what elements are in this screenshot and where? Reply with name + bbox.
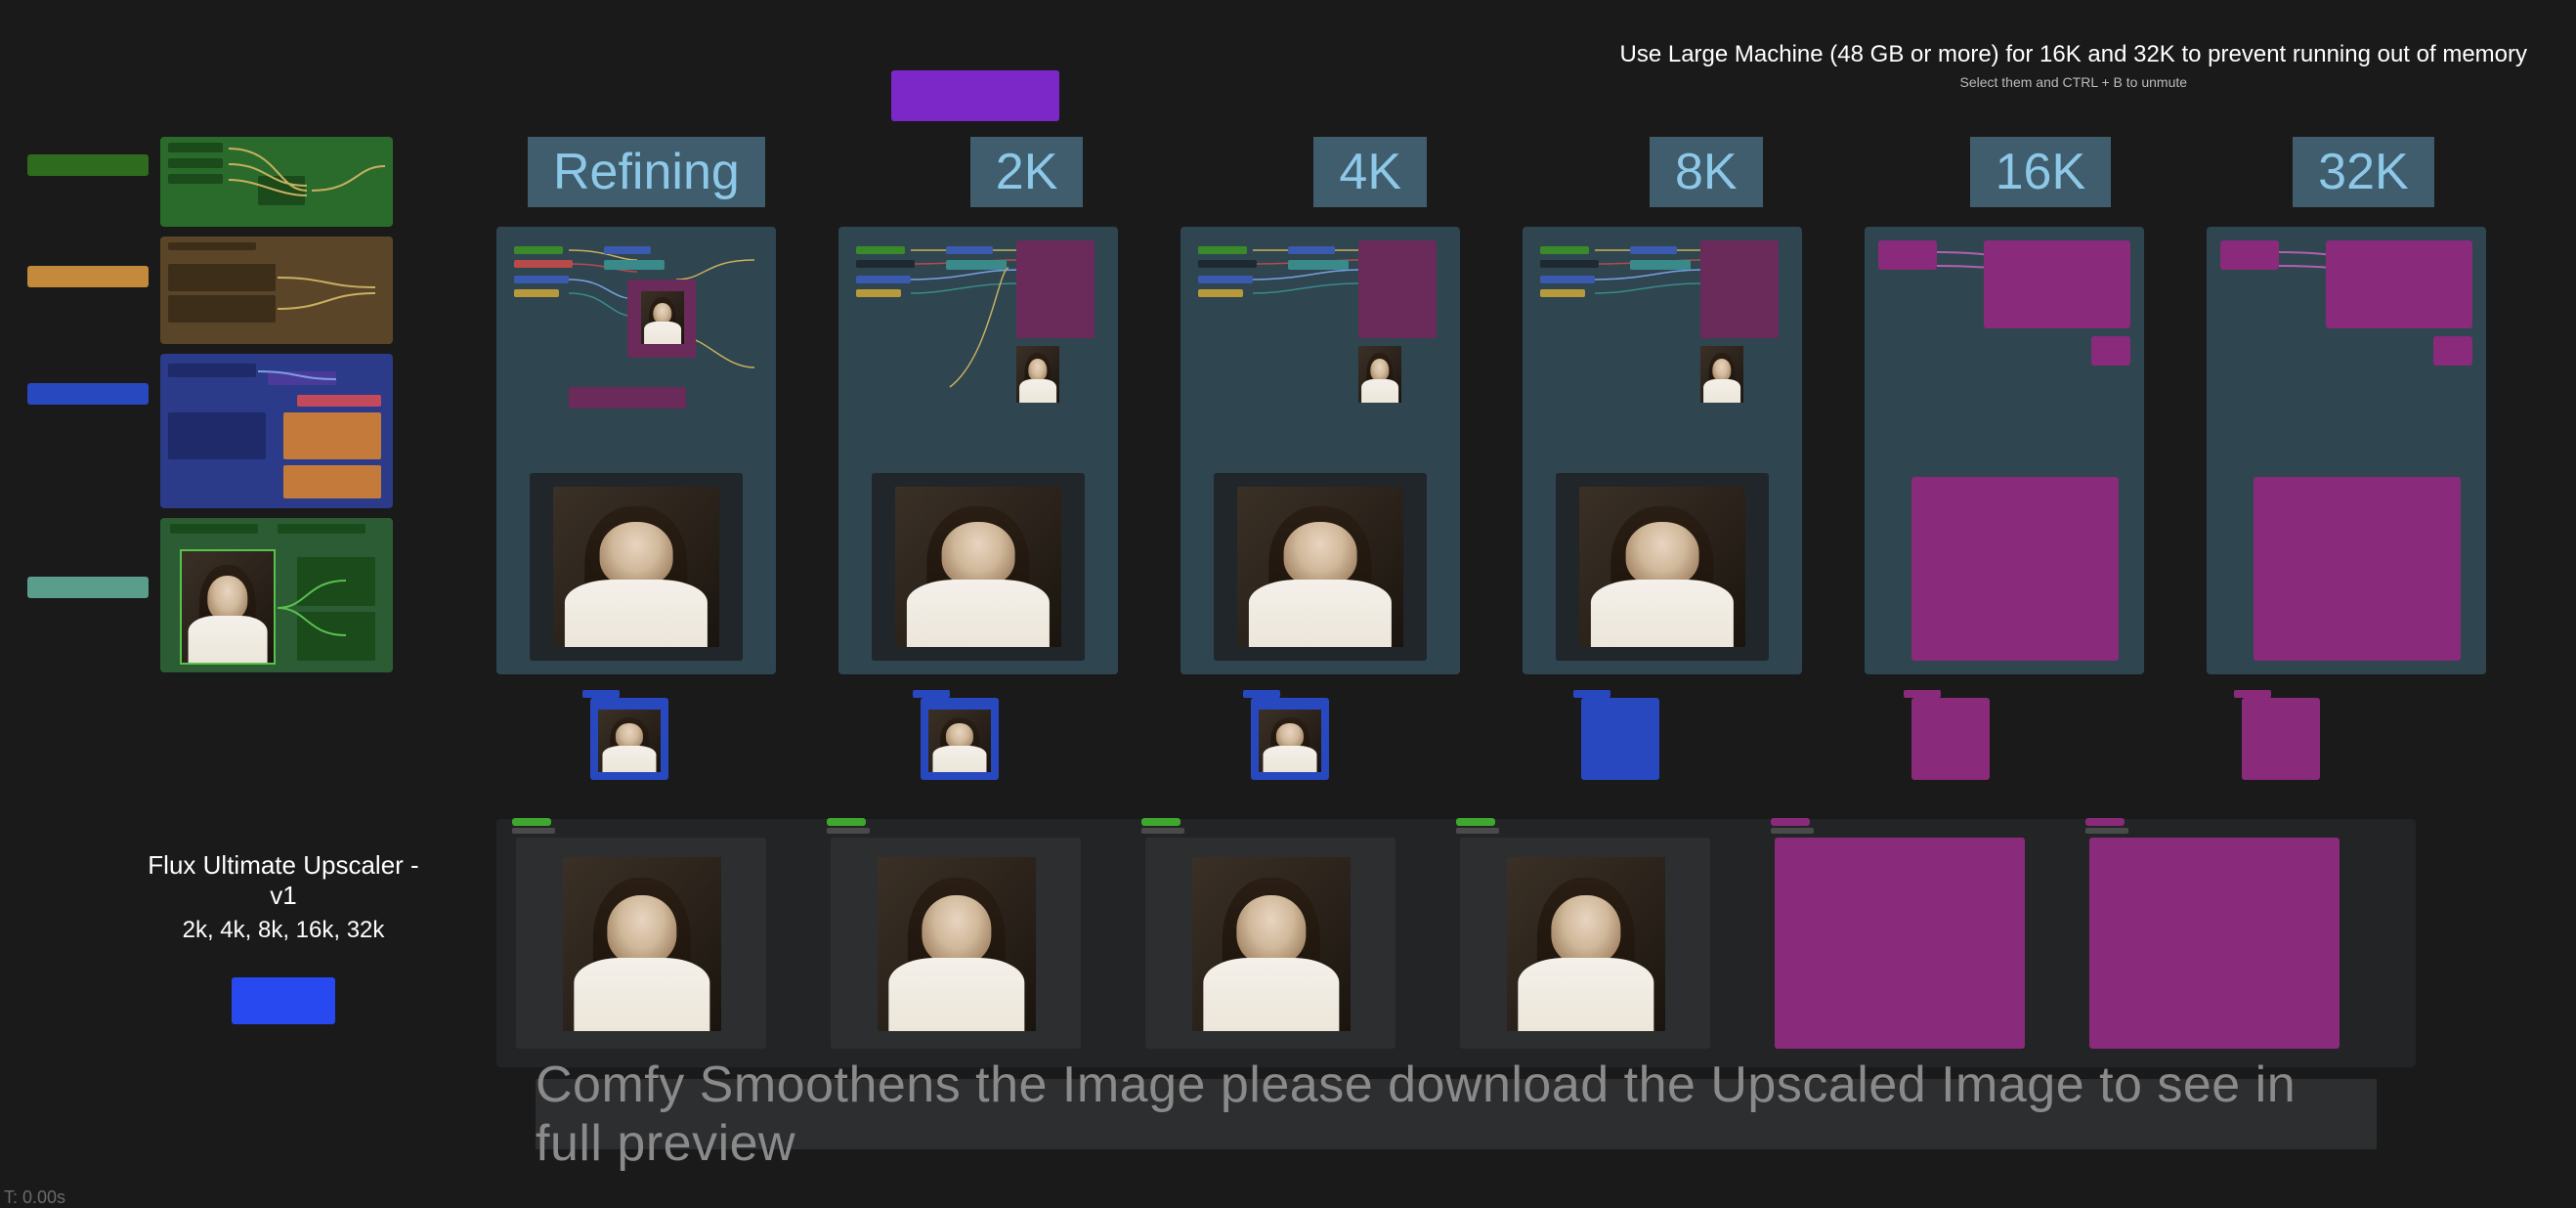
stage-graph-4k[interactable] [1194, 240, 1446, 463]
output-card-refining[interactable] [516, 838, 766, 1049]
banner-text: Comfy Smoothens the Image please downloa… [536, 1056, 2377, 1173]
output-image [563, 857, 721, 1031]
blue-preview-refining[interactable] [590, 698, 668, 780]
muted-node[interactable] [2091, 336, 2130, 366]
final-output-strip [496, 819, 2416, 1067]
stage-preview-32k[interactable] [2254, 477, 2461, 661]
workflow-sizes: 2k, 4k, 8k, 16k, 32k [137, 917, 430, 944]
stage-graph-2k[interactable] [852, 240, 1104, 463]
blue-preview-8k[interactable] [1581, 698, 1659, 780]
stage-label-32k: 32K [2293, 137, 2434, 207]
sidebar-swatch-orange[interactable] [27, 266, 149, 287]
blue-preview-image [928, 710, 991, 772]
stage-2k-inline-thumb [1016, 346, 1059, 403]
output-card-2k[interactable] [831, 838, 1081, 1049]
preview-image-4k [1237, 487, 1403, 647]
stage-graph-8k[interactable] [1536, 240, 1788, 463]
sidebar-panel-config[interactable] [160, 237, 393, 344]
floating-purple-node[interactable] [891, 70, 1059, 121]
stage-label-16k: 16K [1970, 137, 2112, 207]
output-image [878, 857, 1036, 1031]
sidebar-row-2 [27, 237, 408, 344]
workflow-info: Flux Ultimate Upscaler - v1 2k, 4k, 8k, … [137, 850, 430, 1024]
sidebar-panel-models[interactable] [160, 137, 393, 227]
stage-labels-row: Refining 2K 4K 8K 16K 32K [528, 137, 2434, 207]
muted-node[interactable] [2433, 336, 2472, 366]
sidebar-row-1 [27, 137, 408, 227]
preview-image-2k [895, 487, 1061, 647]
refining-inline-thumb [641, 291, 684, 344]
stage-label-8k: 8K [1650, 137, 1763, 207]
blue-preview-16k[interactable] [1911, 698, 1990, 780]
output-card-8k[interactable] [1460, 838, 1710, 1049]
memory-notice-line1: Use Large Machine (48 GB or more) for 16… [1620, 41, 2527, 68]
stage-label-4k: 4K [1313, 137, 1427, 207]
blue-preview-2k[interactable] [921, 698, 999, 780]
blue-preview-image [1259, 710, 1321, 772]
stage-preview-4k[interactable] [1214, 473, 1427, 661]
preview-image-8k [1579, 487, 1745, 647]
preview-image-refining [553, 487, 719, 647]
stage-preview-refining[interactable] [530, 473, 743, 661]
stage-preview-2k[interactable] [872, 473, 1085, 661]
stage-4k-inline-thumb [1358, 346, 1401, 403]
sidebar-panel-params[interactable] [160, 354, 393, 508]
sidebar-swatch-green[interactable] [27, 154, 149, 176]
stage-graph-refining[interactable] [510, 240, 762, 463]
output-card-16k[interactable] [1775, 838, 2025, 1049]
stage-label-2k: 2K [970, 137, 1084, 207]
sidebar-swatch-teal[interactable] [27, 577, 149, 598]
stage-card-refining[interactable] [496, 227, 776, 674]
memory-notice-line2: Select them and CTRL + B to unmute [1620, 74, 2527, 90]
memory-notice: Use Large Machine (48 GB or more) for 16… [1620, 41, 2527, 90]
timecode-label: T: 0.00s [4, 1187, 65, 1208]
stage-preview-8k[interactable] [1556, 473, 1769, 661]
muted-node[interactable] [1984, 240, 2130, 328]
sidebar-row-3 [27, 354, 408, 508]
second-preview-row [590, 698, 2320, 780]
stage-8k-inline-thumb [1700, 346, 1743, 403]
download-banner: Comfy Smoothens the Image please downloa… [536, 1079, 2377, 1149]
stage-card-2k[interactable] [838, 227, 1118, 674]
stage-card-4k[interactable] [1181, 227, 1460, 674]
stage-card-8k[interactable] [1523, 227, 1802, 674]
stage-row [496, 227, 2486, 674]
stage-card-32k[interactable] [2207, 227, 2486, 674]
stage-card-16k[interactable] [1865, 227, 2144, 674]
workflow-title: Flux Ultimate Upscaler - v1 [137, 850, 430, 911]
output-card-4k[interactable] [1145, 838, 1395, 1049]
sidebar-minimap [27, 137, 408, 682]
sidebar-swatch-blue[interactable] [27, 383, 149, 405]
sidebar-panel-input-image[interactable] [160, 518, 393, 672]
stage-label-refining: Refining [528, 137, 765, 207]
stage-preview-16k[interactable] [1911, 477, 2119, 661]
blue-preview-4k[interactable] [1251, 698, 1329, 780]
muted-node[interactable] [2326, 240, 2472, 328]
output-image [1507, 857, 1665, 1031]
blue-preview-image [598, 710, 661, 772]
info-button[interactable] [232, 977, 335, 1024]
blue-preview-32k[interactable] [2242, 698, 2320, 780]
output-image [1192, 857, 1351, 1031]
output-card-32k[interactable] [2089, 838, 2340, 1049]
sidebar-row-4 [27, 518, 408, 672]
